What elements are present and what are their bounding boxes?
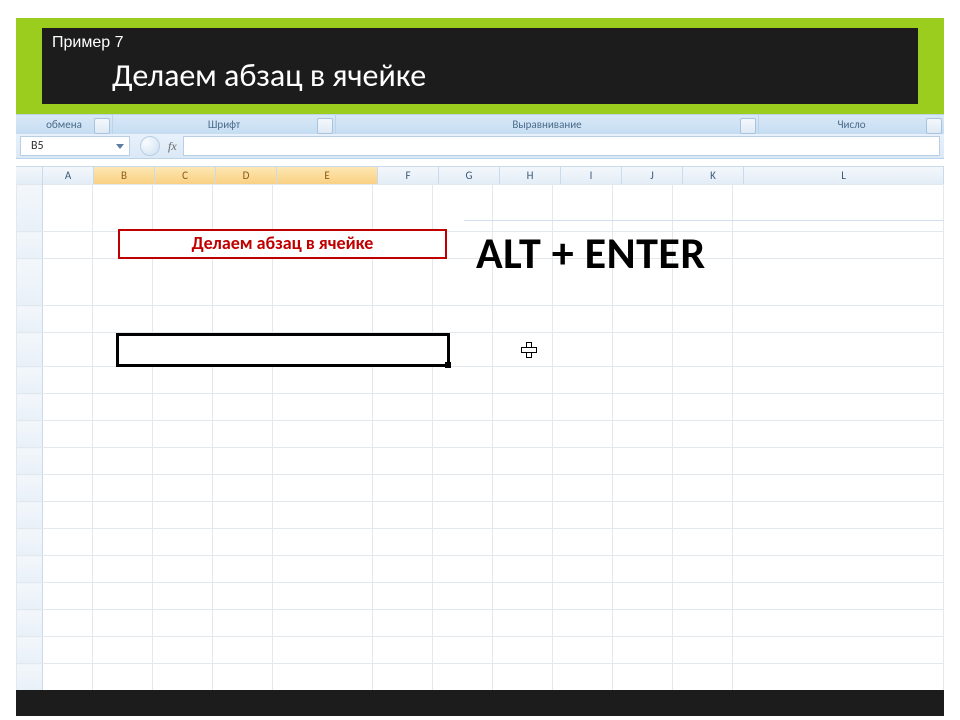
- row-header[interactable]: [17, 421, 43, 448]
- row-header[interactable]: [17, 232, 43, 259]
- example-number: Пример 7: [42, 28, 918, 52]
- spreadsheet-grid[interactable]: Делаем абзац в ячейке ALT + ENTER: [16, 184, 944, 690]
- slide-footer-strip: [16, 690, 944, 716]
- col-header-G[interactable]: G: [439, 167, 500, 185]
- row-header[interactable]: [17, 556, 43, 583]
- col-header-F[interactable]: F: [378, 167, 439, 185]
- column-header-row: A B C D E F G H I J K L: [16, 166, 944, 186]
- col-header-B[interactable]: B: [94, 167, 155, 185]
- fill-handle-icon[interactable]: [445, 362, 451, 368]
- dialog-launcher-icon[interactable]: [926, 118, 942, 134]
- row-header[interactable]: [17, 502, 43, 529]
- row-header[interactable]: [17, 259, 43, 306]
- slide-banner: Пример 7 Делаем абзац в ячейке: [16, 18, 944, 114]
- merged-cell-title[interactable]: Делаем абзац в ячейке: [118, 229, 447, 259]
- row-header[interactable]: [17, 637, 43, 664]
- row-header[interactable]: [17, 367, 43, 394]
- col-header-H[interactable]: H: [500, 167, 561, 185]
- grid-line-accent: [464, 220, 944, 221]
- name-box[interactable]: B5: [20, 136, 130, 156]
- chevron-down-icon[interactable]: [113, 139, 127, 153]
- dialog-launcher-icon[interactable]: [317, 118, 333, 134]
- formula-input[interactable]: [183, 136, 940, 156]
- row-header[interactable]: [17, 394, 43, 421]
- col-header-J[interactable]: J: [622, 167, 683, 185]
- col-header-K[interactable]: K: [683, 167, 744, 185]
- row-header[interactable]: [17, 475, 43, 502]
- dialog-launcher-icon[interactable]: [94, 118, 110, 134]
- name-box-value: B5: [31, 139, 44, 153]
- row-header[interactable]: [17, 448, 43, 475]
- fx-button[interactable]: fx: [168, 139, 177, 154]
- ribbon-group-label: Шрифт: [208, 118, 240, 131]
- ribbon-group-clipboard: обмена: [16, 115, 113, 135]
- row-header[interactable]: [17, 583, 43, 610]
- formula-bar-buttons: fx: [130, 134, 183, 158]
- col-header-I[interactable]: I: [561, 167, 622, 185]
- keyboard-hint-text: ALT + ENTER: [476, 226, 944, 280]
- row-header[interactable]: [17, 333, 43, 367]
- row-header[interactable]: [17, 610, 43, 637]
- ribbon-group-label: Число: [837, 118, 865, 131]
- slide-banner-inner: Пример 7 Делаем абзац в ячейке: [42, 28, 918, 104]
- col-header-C[interactable]: C: [155, 167, 216, 185]
- active-cell-selection[interactable]: [116, 333, 450, 367]
- ribbon-group-strip: обмена Шрифт Выравнивание Число: [16, 114, 944, 136]
- row-header[interactable]: [17, 185, 43, 232]
- ribbon-group-alignment: Выравнивание: [336, 115, 759, 135]
- ribbon-group-font: Шрифт: [113, 115, 336, 135]
- col-header-A[interactable]: A: [43, 167, 94, 185]
- formula-bar-row: B5 fx: [16, 134, 944, 159]
- ribbon-group-label: обмена: [46, 118, 82, 131]
- excel-plus-cursor-icon: [521, 342, 537, 358]
- slide-title: Делаем абзац в ячейке: [42, 52, 918, 95]
- col-header-L[interactable]: L: [744, 167, 944, 185]
- ribbon-group-label: Выравнивание: [512, 118, 581, 131]
- select-all-corner[interactable]: [16, 167, 43, 185]
- ribbon-group-number: Число: [759, 115, 944, 135]
- row-header[interactable]: [17, 306, 43, 333]
- dialog-launcher-icon[interactable]: [740, 118, 756, 134]
- row-header[interactable]: [17, 529, 43, 556]
- col-header-E[interactable]: E: [277, 167, 378, 185]
- undo-circle-icon[interactable]: [140, 136, 160, 156]
- row-header[interactable]: [17, 664, 43, 691]
- col-header-D[interactable]: D: [216, 167, 277, 185]
